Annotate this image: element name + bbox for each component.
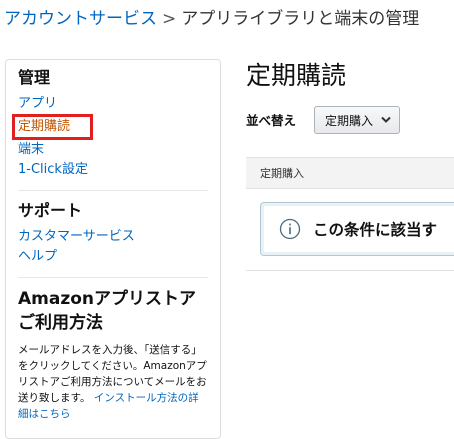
sidebar-item-customer-service[interactable]: カスタマーサービス <box>18 227 208 247</box>
table-header: 定期購入 <box>246 157 454 189</box>
info-icon <box>279 218 301 240</box>
sidebar-item-1click-settings[interactable]: 1-Click設定 <box>18 160 208 180</box>
info-message: この条件に該当す <box>313 221 438 239</box>
sidebar-manage-heading: 管理 <box>18 68 51 87</box>
breadcrumb-account-services-link[interactable]: アカウントサービス <box>4 9 157 29</box>
breadcrumb-current: アプリライブラリと端末の管理 <box>181 9 420 29</box>
breadcrumb-separator: > <box>162 9 177 29</box>
appstore-heading-line2: ご利用方法 <box>18 313 103 333</box>
sidebar-item-devices[interactable]: 端末 <box>18 140 208 160</box>
sidebar-divider <box>18 277 208 278</box>
selected-item-highlight: 定期購読 <box>12 114 94 140</box>
sidebar-support-heading: サポート <box>18 201 83 220</box>
content-divider <box>246 270 454 271</box>
breadcrumb: アカウントサービス > アプリライブラリと端末の管理 <box>4 8 419 30</box>
sidebar-item-help[interactable]: ヘルプ <box>18 247 208 267</box>
sidebar-item-apps[interactable]: アプリ <box>18 94 208 114</box>
sidebar: 管理 アプリ 定期購読 端末 1-Click設定 サポート カスタマーサービス … <box>5 59 221 439</box>
sidebar-divider <box>18 190 208 191</box>
page-title: 定期購読 <box>246 61 347 90</box>
appstore-heading-line1: Amazonアプリストア <box>18 289 197 309</box>
info-alert: この条件に該当す <box>260 202 454 256</box>
sort-label: 並べ替え <box>246 113 297 128</box>
sort-dropdown-value: 定期購入 <box>325 113 374 128</box>
chevron-down-icon <box>381 116 391 124</box>
appstore-instructions: メールアドレスを入力後、「送信する」をクリックしてください。Amazonアプリス… <box>18 342 208 422</box>
sidebar-item-subscriptions[interactable]: 定期購読 <box>18 117 70 137</box>
sort-dropdown[interactable]: 定期購入 <box>314 106 401 134</box>
